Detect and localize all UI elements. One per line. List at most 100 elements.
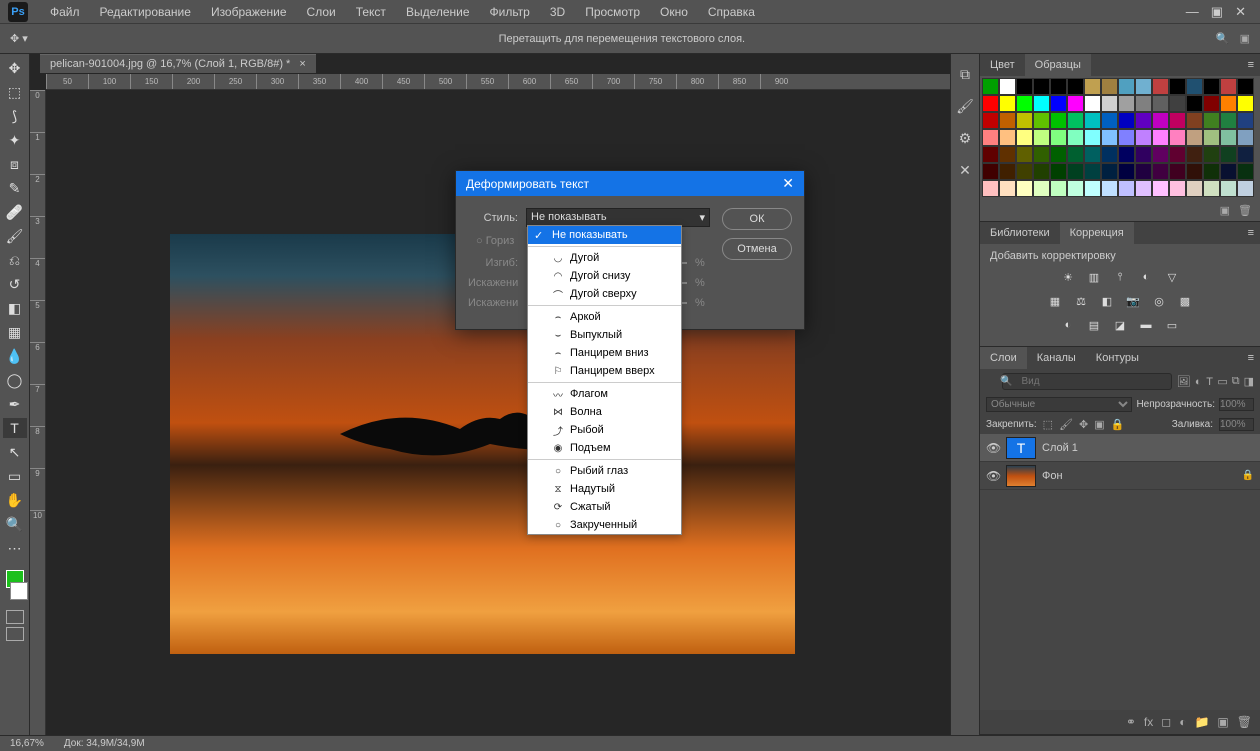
dropdown-item[interactable]: 〰Флагом <box>528 385 681 403</box>
swatch[interactable] <box>1033 112 1050 129</box>
menu-text[interactable]: Текст <box>346 5 396 19</box>
brush-preset-icon[interactable]: 🖌 <box>955 96 975 116</box>
swatch[interactable] <box>1118 146 1135 163</box>
lock-pixels-icon[interactable]: ⬚ <box>1043 418 1053 431</box>
dropdown-item[interactable]: Не показывать <box>528 226 681 244</box>
swatch[interactable] <box>1152 163 1169 180</box>
heal-tool[interactable]: 🩹 <box>3 202 27 222</box>
text-tool[interactable]: T <box>3 418 27 438</box>
menu-edit[interactable]: Редактирование <box>90 5 201 19</box>
swatch[interactable] <box>1084 95 1101 112</box>
dropdown-item[interactable]: ⤴Рыбой <box>528 421 681 439</box>
swatch[interactable] <box>1084 78 1101 95</box>
mixer-icon[interactable]: ◎ <box>1150 292 1168 310</box>
swatch[interactable] <box>1186 163 1203 180</box>
zoom-tool[interactable]: 🔍 <box>3 514 27 534</box>
swatch[interactable] <box>1186 146 1203 163</box>
ok-button[interactable]: ОК <box>722 208 792 230</box>
photo-filter-icon[interactable]: 📷 <box>1124 292 1142 310</box>
tab-swatches[interactable]: Образцы <box>1025 54 1091 76</box>
eyedropper-tool[interactable]: ✎ <box>3 178 27 198</box>
swatch[interactable] <box>1186 95 1203 112</box>
swatch[interactable] <box>1050 129 1067 146</box>
cancel-button[interactable]: Отмена <box>722 238 792 260</box>
shape-tool[interactable]: ▭ <box>3 466 27 486</box>
close-icon[interactable]: ✕ <box>1235 4 1246 20</box>
dropdown-item[interactable]: ◉Подъем <box>528 439 681 457</box>
filter-text-icon[interactable]: T <box>1206 374 1213 390</box>
dialog-titlebar[interactable]: Деформировать текст ✕ <box>456 171 804 196</box>
swatch[interactable] <box>1067 146 1084 163</box>
dropdown-item[interactable]: ⋈Волна <box>528 403 681 421</box>
swatch[interactable] <box>1237 78 1254 95</box>
blur-tool[interactable]: 💧 <box>3 346 27 366</box>
edit-toolbar[interactable]: ⋯ <box>3 538 27 558</box>
mask-icon[interactable]: ◻ <box>1161 715 1171 729</box>
swatch[interactable] <box>1220 112 1237 129</box>
swatch[interactable] <box>1033 95 1050 112</box>
filter-shape-icon[interactable]: ▭ <box>1217 374 1227 390</box>
close-tab-icon[interactable]: × <box>299 58 305 70</box>
swatch[interactable] <box>1237 180 1254 197</box>
background-color[interactable] <box>10 582 28 600</box>
swatch[interactable] <box>1050 146 1067 163</box>
swatch[interactable] <box>1203 129 1220 146</box>
swatch[interactable] <box>999 146 1016 163</box>
maximize-icon[interactable]: ▣ <box>1211 4 1223 20</box>
swatch[interactable] <box>1220 129 1237 146</box>
swatch[interactable] <box>1067 112 1084 129</box>
swatch[interactable] <box>982 180 999 197</box>
menu-file[interactable]: Файл <box>40 5 90 19</box>
dropdown-item[interactable]: ⧖Надутый <box>528 480 681 498</box>
swatch[interactable] <box>982 78 999 95</box>
opacity-input[interactable] <box>1219 398 1254 411</box>
swatch[interactable] <box>1169 78 1186 95</box>
swatch[interactable] <box>1220 180 1237 197</box>
swatch[interactable] <box>1152 95 1169 112</box>
menu-layers[interactable]: Слои <box>297 5 346 19</box>
panel-menu-icon[interactable]: ≡ <box>1242 352 1260 364</box>
gradient-tool[interactable]: ▦ <box>3 322 27 342</box>
quickmask-icon[interactable] <box>6 610 24 624</box>
gradient-map-icon[interactable]: ▬ <box>1137 316 1155 334</box>
swatch[interactable] <box>1135 129 1152 146</box>
lock-artboard-icon[interactable]: ▣ <box>1094 418 1104 431</box>
adjustment-layer-icon[interactable]: ◐ <box>1179 715 1186 729</box>
swatch[interactable] <box>982 129 999 146</box>
stamp-tool[interactable]: ⎌ <box>3 250 27 270</box>
dropdown-item[interactable]: ⌣Выпуклый <box>528 326 681 344</box>
filter-adjust-icon[interactable]: ◐ <box>1194 374 1201 390</box>
swatch[interactable] <box>1067 163 1084 180</box>
layer-name[interactable]: Фон <box>1042 470 1063 482</box>
bw-icon[interactable]: ◧ <box>1098 292 1116 310</box>
dropdown-item[interactable]: ⌢Панцирем вниз <box>528 344 681 362</box>
dropdown-item[interactable]: ⟳Сжатый <box>528 498 681 516</box>
dropdown-item[interactable]: ⌒Дугой сверху <box>528 285 681 303</box>
history-icon[interactable]: ⧉ <box>955 64 975 84</box>
swatch[interactable] <box>1016 95 1033 112</box>
swatch[interactable] <box>1016 129 1033 146</box>
path-tool[interactable]: ↖ <box>3 442 27 462</box>
swatch[interactable] <box>1135 95 1152 112</box>
style-dropdown[interactable]: Не показывать◡Дугой◠Дугой снизу⌒Дугой св… <box>527 225 682 535</box>
group-icon[interactable]: 📁 <box>1194 715 1209 729</box>
filter-toggle-icon[interactable]: ◨ <box>1244 374 1254 390</box>
vibrance-icon[interactable]: ▽ <box>1163 268 1181 286</box>
swatch[interactable] <box>1135 78 1152 95</box>
fx-icon[interactable]: fx <box>1144 715 1153 729</box>
filter-image-icon[interactable]: 🖼 <box>1176 374 1190 390</box>
swatch[interactable] <box>1050 112 1067 129</box>
swatch[interactable] <box>1220 78 1237 95</box>
swatch[interactable] <box>1152 78 1169 95</box>
curves-icon[interactable]: ⫯ <box>1111 268 1129 286</box>
menu-window[interactable]: Окно <box>650 5 698 19</box>
swatch[interactable] <box>999 163 1016 180</box>
swatch[interactable] <box>1203 112 1220 129</box>
hue-icon[interactable]: ▦ <box>1046 292 1064 310</box>
swatch[interactable] <box>1220 95 1237 112</box>
visibility-icon[interactable]: 👁 <box>986 469 1000 483</box>
swatches-grid[interactable] <box>980 76 1260 199</box>
menu-select[interactable]: Выделение <box>396 5 480 19</box>
swatch[interactable] <box>1220 163 1237 180</box>
zoom-level[interactable]: 16,67% <box>10 738 44 749</box>
